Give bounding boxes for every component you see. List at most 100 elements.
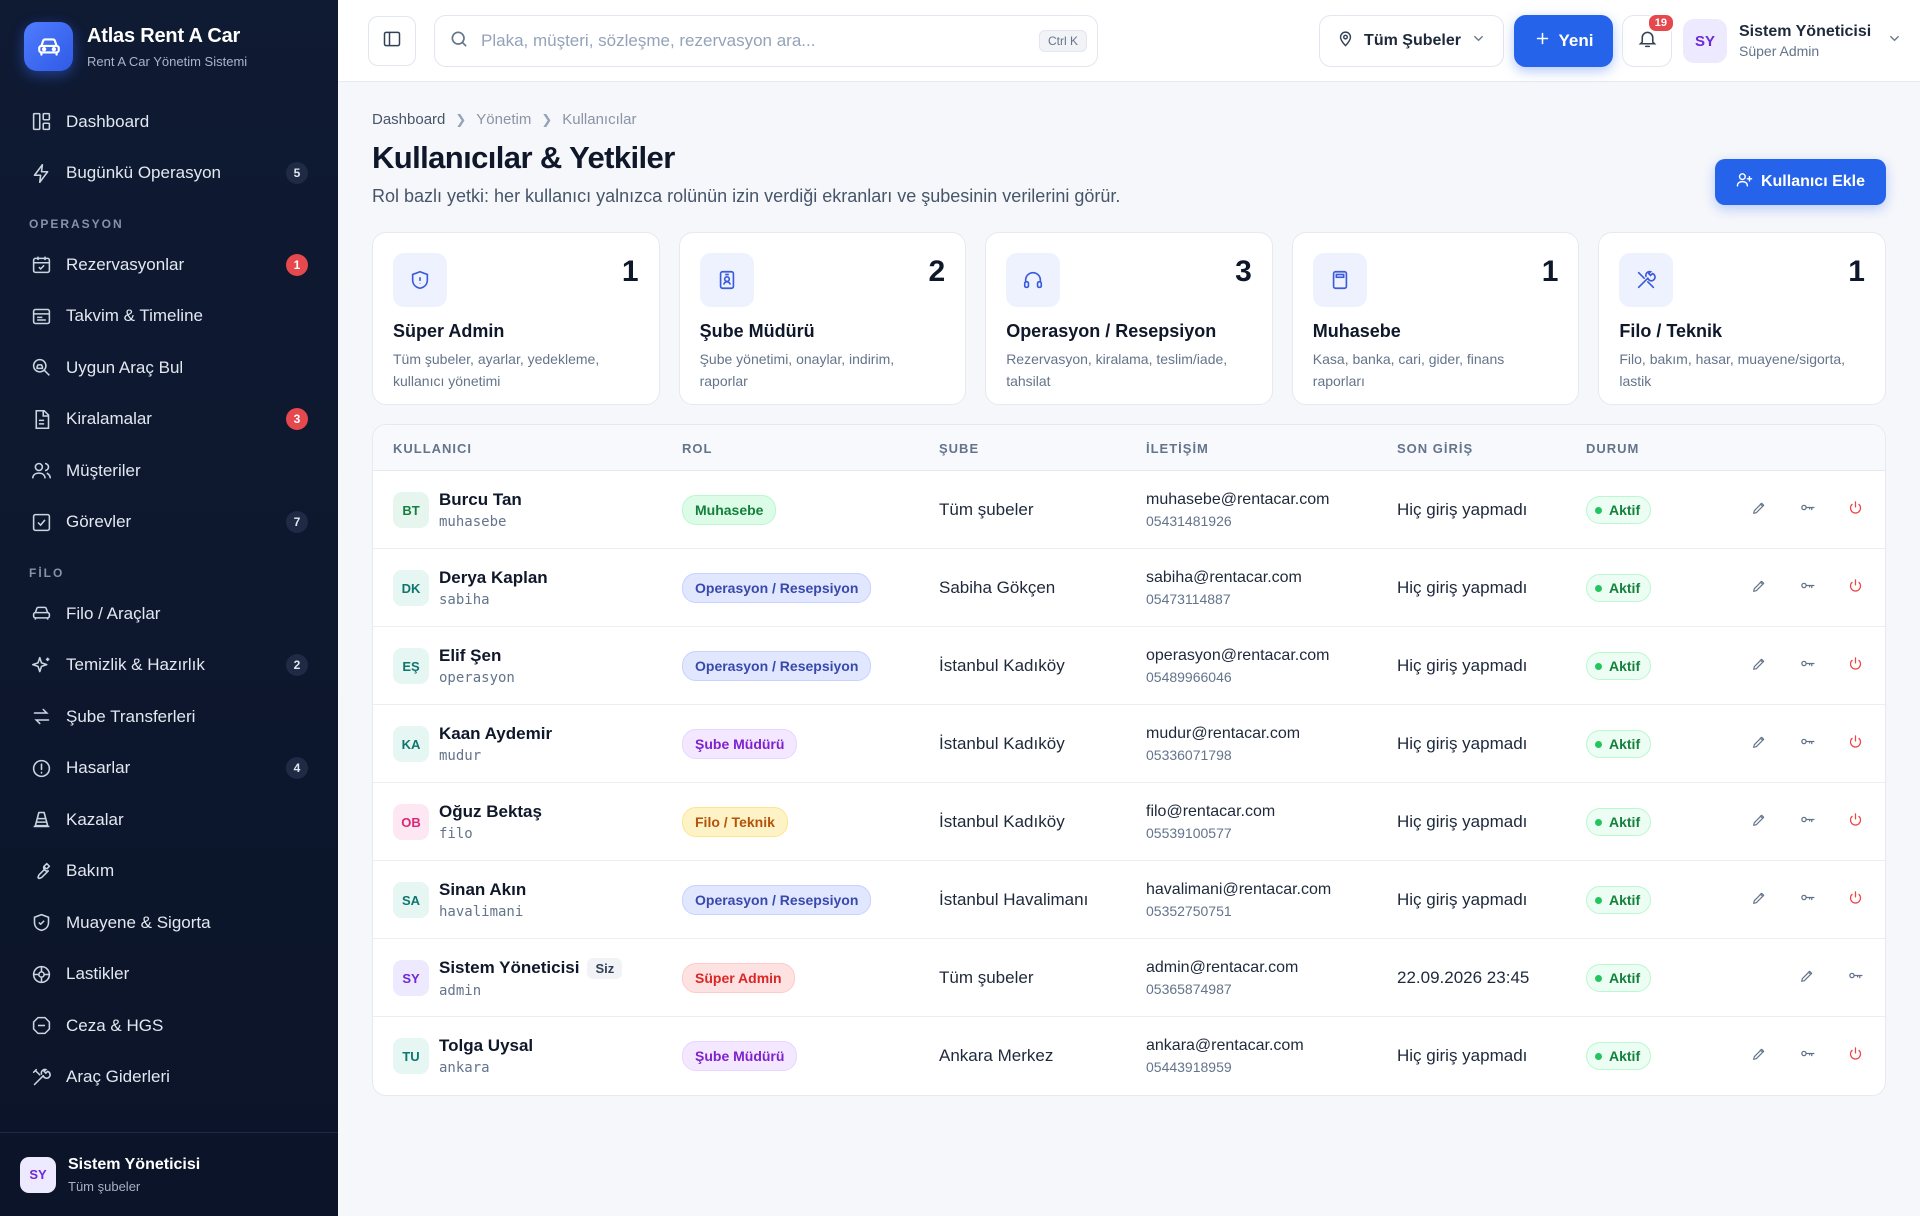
search-icon <box>449 29 469 54</box>
new-button-label: Yeni <box>1558 31 1594 50</box>
edit-user-button[interactable] <box>1747 732 1771 756</box>
role-card-sube-muduru[interactable]: 2 Şube Müdürü Şube yönetimi, onaylar, in… <box>678 232 967 405</box>
reset-password-button[interactable] <box>1795 888 1819 912</box>
reset-password-button[interactable] <box>1795 810 1819 834</box>
sidebar-item-kazalar[interactable]: Kazalar <box>0 794 338 846</box>
user-name[interactable]: Tolga Uysal <box>439 1036 533 1056</box>
status-dot-icon <box>1595 740 1602 748</box>
column-header-iletisim[interactable]: İLETİŞİM <box>1146 425 1209 471</box>
sidebar-item-takvim[interactable]: Takvim & Timeline <box>0 291 338 343</box>
user-name[interactable]: Derya Kaplan <box>439 568 548 588</box>
column-header-rol[interactable]: ROL <box>682 425 712 471</box>
role-badge: Operasyon / Resepsiyon <box>682 885 872 915</box>
table-row[interactable]: EŞ Elif Şen operasyon Operasyon / Reseps… <box>373 627 1885 705</box>
sidebar-item-filo-araclar[interactable]: Filo / Araçlar <box>0 588 338 640</box>
branch-cell: Tüm şubeler <box>939 968 1034 987</box>
edit-user-button[interactable] <box>1747 888 1771 912</box>
sidebar-item-hasarlar[interactable]: Hasarlar 4 <box>0 743 338 795</box>
edit-user-button[interactable] <box>1747 1044 1771 1068</box>
role-card-muhasebe[interactable]: 1 Muhasebe Kasa, banka, cari, gider, fin… <box>1291 232 1580 405</box>
new-button[interactable]: Yeni <box>1514 15 1613 67</box>
deactivate-user-button[interactable] <box>1843 576 1867 600</box>
user-name[interactable]: Elif Şen <box>439 646 501 666</box>
sidebar-item-rezervasyonlar[interactable]: Rezervasyonlar 1 <box>0 239 338 291</box>
table-row[interactable]: KA Kaan Aydemir mudur Şube Müdürü İstanb… <box>373 705 1885 783</box>
user-name[interactable]: Sinan Akın <box>439 880 526 900</box>
sidebar-user[interactable]: SY Sistem Yöneticisi Tüm şubeler <box>0 1132 338 1216</box>
sidebar-item-arac-giderleri[interactable]: Araç Giderleri <box>0 1052 338 1104</box>
sidebar-item-musteriler[interactable]: Müşteriler <box>0 445 338 497</box>
column-header-durum[interactable]: DURUM <box>1586 425 1639 471</box>
reset-password-button[interactable] <box>1795 654 1819 678</box>
table-row[interactable]: OB Oğuz Bektaş filo Filo / Teknik İstanb… <box>373 783 1885 861</box>
role-cell: Operasyon / Resepsiyon <box>682 861 872 939</box>
reset-password-button[interactable] <box>1795 576 1819 600</box>
user-name[interactable]: Kaan Aydemir <box>439 724 552 744</box>
sidebar-item-ceza-hgs[interactable]: Ceza & HGS <box>0 1000 338 1052</box>
deactivate-user-button[interactable] <box>1843 654 1867 678</box>
role-cell: Süper Admin <box>682 939 795 1017</box>
tools-icon <box>30 1066 52 1088</box>
deactivate-user-button[interactable] <box>1843 498 1867 522</box>
contact-cell: operasyon@rentacar.com 05489966046 <box>1146 627 1329 705</box>
sidebar-item-gorevler[interactable]: Görevler 7 <box>0 497 338 549</box>
reset-password-button[interactable] <box>1795 1044 1819 1068</box>
search-input[interactable]: Plaka, müşteri, sözleşme, rezervasyon ar… <box>434 15 1098 67</box>
deactivate-user-button[interactable] <box>1843 888 1867 912</box>
user-name[interactable]: Oğuz Bektaş <box>439 802 542 822</box>
column-header-son-giris[interactable]: SON GİRİŞ <box>1397 425 1473 471</box>
sidebar-item-temizlik[interactable]: Temizlik & Hazırlık 2 <box>0 640 338 692</box>
branch-cell: İstanbul Havalimanı <box>939 890 1089 909</box>
search-shortcut: Ctrl K <box>1039 30 1087 52</box>
add-user-button[interactable]: Kullanıcı Ekle <box>1715 159 1886 205</box>
reset-password-button[interactable] <box>1795 732 1819 756</box>
plus-icon <box>1534 30 1551 52</box>
user-name[interactable]: Burcu Tan <box>439 490 522 510</box>
edit-user-button[interactable] <box>1795 966 1819 990</box>
sidebar-item-bugunku-operasyon[interactable]: Bugünkü Operasyon 5 <box>0 148 338 200</box>
sidebar-item-kiralamalar[interactable]: Kiralamalar 3 <box>0 394 338 446</box>
breadcrumb-item[interactable]: Dashboard <box>372 111 445 128</box>
sidebar-item-sube-transferleri[interactable]: Şube Transferleri <box>0 691 338 743</box>
page-title: Kullanıcılar & Yetkiler <box>372 140 675 175</box>
key-icon <box>1799 811 1816 833</box>
sidebar-toggle-button[interactable] <box>368 16 416 66</box>
role-card-operasyon[interactable]: 3 Operasyon / Resepsiyon Rezervasyon, ki… <box>985 232 1273 405</box>
table-row[interactable]: TU Tolga Uysal ankara Şube Müdürü Ankara… <box>373 1017 1885 1095</box>
sidebar-item-dashboard[interactable]: Dashboard <box>0 96 338 148</box>
sidebar-item-lastikler[interactable]: Lastikler <box>0 949 338 1001</box>
role-card-super-admin[interactable]: 1 Süper Admin Tüm şubeler, ayarlar, yede… <box>372 232 660 405</box>
table-row[interactable]: BT Burcu Tan muhasebe Muhasebe Tüm şubel… <box>373 471 1885 549</box>
deactivate-user-button[interactable] <box>1843 732 1867 756</box>
table-row[interactable]: SA Sinan Akın havalimani Operasyon / Res… <box>373 861 1885 939</box>
reset-password-button[interactable] <box>1843 966 1867 990</box>
breadcrumb-item[interactable]: Yönetim <box>476 111 531 128</box>
table-row[interactable]: SY Sistem Yöneticisi Siz admin Süper Admi… <box>373 939 1885 1017</box>
edit-user-button[interactable] <box>1747 654 1771 678</box>
role-card-filo-teknik[interactable]: 1 Filo / Teknik Filo, bakım, hasar, muay… <box>1598 232 1886 405</box>
user-name[interactable]: Sistem Yöneticisi <box>439 958 579 978</box>
edit-user-button[interactable] <box>1747 498 1771 522</box>
sidebar-item-bakim[interactable]: Bakım <box>0 846 338 898</box>
edit-user-button[interactable] <box>1747 576 1771 600</box>
status-badge: Aktif <box>1586 1042 1652 1070</box>
reset-password-button[interactable] <box>1795 498 1819 522</box>
notifications-button[interactable]: 19 <box>1622 13 1675 67</box>
power-icon <box>1848 812 1863 832</box>
brand[interactable]: Atlas Rent A Car Rent A Car Yönetim Sist… <box>24 22 247 71</box>
deactivate-user-button[interactable] <box>1843 810 1867 834</box>
dashboard-icon <box>30 111 52 133</box>
column-header-sube[interactable]: ŞUBE <box>939 425 979 471</box>
sidebar-item-uygun-arac-bul[interactable]: Uygun Araç Bul <box>0 342 338 394</box>
column-header-kullanici[interactable]: KULLANICI <box>393 425 472 471</box>
power-icon <box>1848 1046 1863 1066</box>
sidebar-item-label: Takvim & Timeline <box>66 306 203 326</box>
user-menu[interactable]: SY Sistem Yöneticisi Süper Admin <box>1683 15 1902 67</box>
edit-user-button[interactable] <box>1747 810 1771 834</box>
deactivate-user-button[interactable] <box>1843 1044 1867 1068</box>
sidebar-item-muayene-sigorta[interactable]: Muayene & Sigorta <box>0 897 338 949</box>
table-row[interactable]: DK Derya Kaplan sabiha Operasyon / Resep… <box>373 549 1885 627</box>
phone: 05336071798 <box>1146 747 1232 763</box>
status-label: Aktif <box>1609 814 1641 830</box>
branch-select[interactable]: Tüm Şubeler <box>1319 15 1504 67</box>
